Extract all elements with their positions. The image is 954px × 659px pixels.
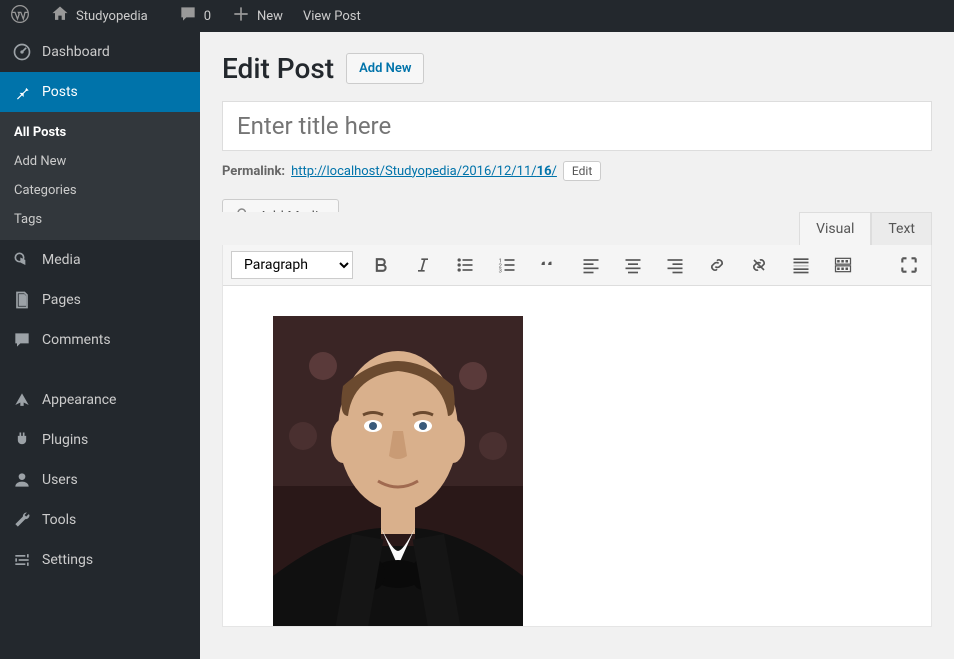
permalink-label: Permalink: <box>222 164 285 179</box>
numbered-list-button[interactable]: 123 <box>493 251 521 279</box>
sidebar-item-plugins[interactable]: Plugins <box>0 420 200 460</box>
insert-more-button[interactable] <box>787 251 815 279</box>
unlink-button[interactable] <box>745 251 773 279</box>
submenu-add-new[interactable]: Add New <box>0 147 200 176</box>
align-right-button[interactable] <box>661 251 689 279</box>
wordpress-logo-menu[interactable] <box>0 0 40 32</box>
format-select[interactable]: Paragraph <box>231 251 353 279</box>
sidebar-item-label: Appearance <box>42 392 116 408</box>
tools-icon <box>12 510 32 530</box>
bold-button[interactable] <box>367 251 395 279</box>
sidebar-item-posts[interactable]: Posts <box>0 72 200 112</box>
new-label: New <box>257 9 283 24</box>
sidebar-item-tools[interactable]: Tools <box>0 500 200 540</box>
sidebar-item-label: Settings <box>42 552 93 568</box>
sidebar-item-comments[interactable]: Comments <box>0 320 200 360</box>
sidebar-item-label: Users <box>42 472 78 488</box>
sidebar-item-dashboard[interactable]: Dashboard <box>0 32 200 72</box>
align-left-button[interactable] <box>577 251 605 279</box>
svg-text:3: 3 <box>499 269 502 275</box>
toolbar-toggle-button[interactable] <box>829 251 857 279</box>
media-icon <box>12 250 32 270</box>
sidebar-item-label: Pages <box>42 292 81 308</box>
permalink-link[interactable]: http://localhost/Studyopedia/2016/12/11/… <box>291 164 557 179</box>
sidebar-item-label: Media <box>42 252 81 268</box>
link-button[interactable] <box>703 251 731 279</box>
tab-visual[interactable]: Visual <box>799 212 871 245</box>
comments-count: 0 <box>204 9 211 24</box>
editor-content-area[interactable] <box>223 286 931 626</box>
sidebar-submenu-posts: All Posts Add New Categories Tags <box>0 112 200 240</box>
settings-icon <box>12 550 32 570</box>
plus-icon <box>231 4 251 28</box>
post-image[interactable] <box>273 316 523 626</box>
comment-icon <box>178 4 198 28</box>
sidebar-item-users[interactable]: Users <box>0 460 200 500</box>
sidebar-item-label: Plugins <box>42 432 88 448</box>
home-icon <box>50 4 70 28</box>
admin-sidebar: Dashboard Posts All Posts Add New Catego… <box>0 32 200 659</box>
submenu-all-posts[interactable]: All Posts <box>0 118 200 147</box>
tab-text[interactable]: Text <box>871 212 932 245</box>
comments-link[interactable]: 0 <box>168 0 221 32</box>
submenu-categories[interactable]: Categories <box>0 176 200 205</box>
view-post-label: View Post <box>303 9 361 24</box>
bullet-list-button[interactable] <box>451 251 479 279</box>
sidebar-item-settings[interactable]: Settings <box>0 540 200 580</box>
site-name: Studyopedia <box>76 9 148 24</box>
page-title: Edit Post <box>222 52 334 85</box>
align-center-button[interactable] <box>619 251 647 279</box>
dashboard-icon <box>12 42 32 62</box>
sidebar-item-label: Tools <box>42 512 76 528</box>
sidebar-item-media[interactable]: Media <box>0 240 200 280</box>
comments-icon <box>12 330 32 350</box>
sidebar-item-pages[interactable]: Pages <box>0 280 200 320</box>
permalink-row: Permalink: http://localhost/Studyopedia/… <box>222 161 932 181</box>
fullscreen-button[interactable] <box>895 251 923 279</box>
wordpress-icon <box>10 4 30 28</box>
main-content: Edit Post Add New Permalink: http://loca… <box>200 32 954 659</box>
blockquote-button[interactable] <box>535 251 563 279</box>
italic-button[interactable] <box>409 251 437 279</box>
site-link[interactable]: Studyopedia <box>40 0 158 32</box>
editor-wrap: Paragraph 123 <box>222 244 932 627</box>
sidebar-item-label: Dashboard <box>42 44 110 60</box>
pages-icon <box>12 290 32 310</box>
admin-topbar: Studyopedia 0 New View Post <box>0 0 954 32</box>
users-icon <box>12 470 32 490</box>
sidebar-item-appearance[interactable]: Appearance <box>0 380 200 420</box>
new-content-menu[interactable]: New <box>221 0 293 32</box>
submenu-tags[interactable]: Tags <box>0 205 200 234</box>
pin-icon <box>12 82 32 102</box>
add-new-button[interactable]: Add New <box>346 53 424 84</box>
edit-permalink-button[interactable]: Edit <box>563 161 601 181</box>
appearance-icon <box>12 390 32 410</box>
sidebar-item-label: Posts <box>42 84 78 100</box>
post-title-input[interactable] <box>222 101 932 151</box>
plugins-icon <box>12 430 32 450</box>
sidebar-item-label: Comments <box>42 332 111 348</box>
view-post-link[interactable]: View Post <box>293 0 371 32</box>
editor-toolbar: Paragraph 123 <box>223 245 931 286</box>
editor-mode-tabs: Visual Text <box>222 212 932 245</box>
